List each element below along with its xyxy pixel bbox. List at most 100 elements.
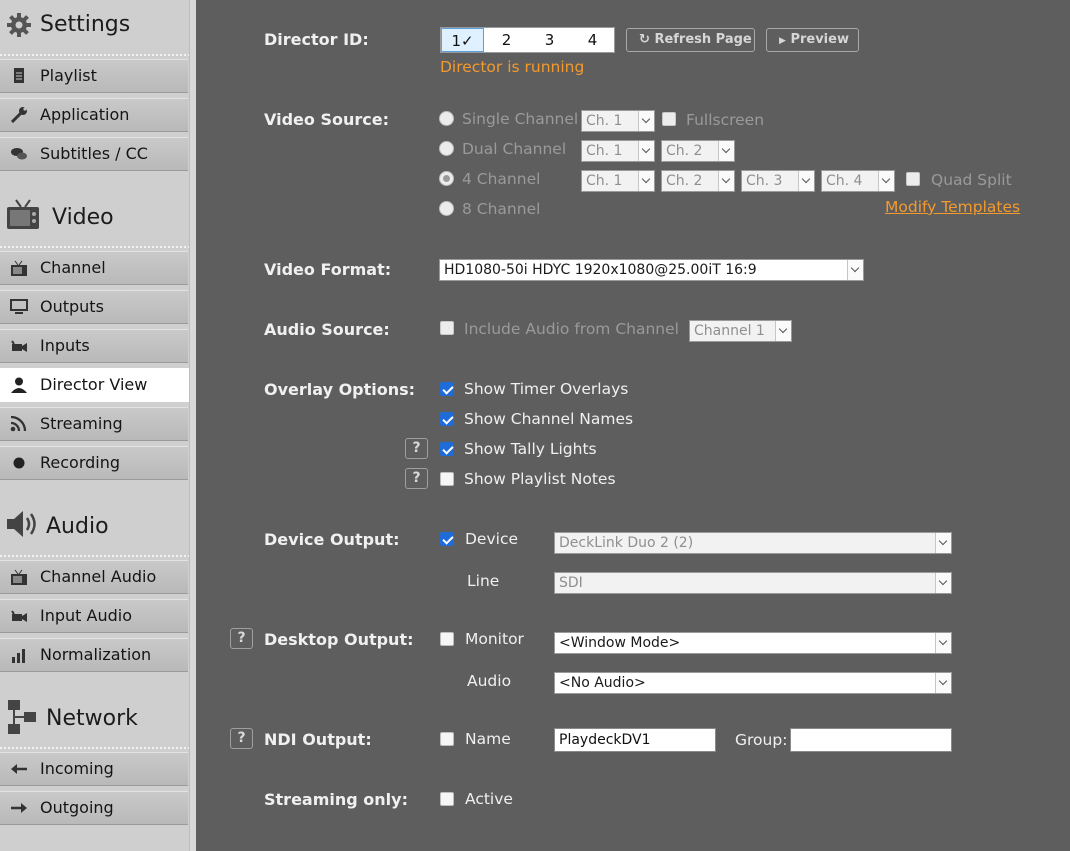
sidebar-item-application[interactable]: Application [0,98,188,132]
sidebar-item-label: Recording [40,453,121,472]
sidebar-item-label: Normalization [40,645,152,664]
audio-source-label: Audio Source: [264,320,390,339]
ndi-group-input[interactable] [790,728,952,752]
chevron-down-icon [935,533,951,553]
sidebar-item-label: Subtitles / CC [40,144,148,163]
director-id-2[interactable]: 2 [485,28,528,52]
select-value: Ch. 2 [666,143,703,159]
ndi-name-input[interactable]: PlaydeckDV1 [554,728,716,752]
preview-button[interactable]: ▶ Preview [766,28,859,52]
select-value: Ch. 1 [586,173,623,189]
refresh-page-button[interactable]: ↻ Refresh Page [626,28,755,52]
ndi-name-checkbox[interactable] [440,732,454,746]
fullscreen-checkbox[interactable] [662,112,676,126]
monitor-icon [10,299,28,314]
sidebar-item-incoming[interactable]: Incoming [0,752,188,786]
device-select[interactable]: DeckLink Duo 2 (2) [554,532,952,554]
line-select[interactable]: SDI [554,572,952,594]
chevron-down-icon [878,171,894,191]
section-network: Network [0,677,190,749]
refresh-page-label: Refresh Page [654,32,752,47]
quad-split-label: Quad Split [931,171,1012,189]
chevron-down-icon [935,573,951,593]
quad-channel-select-2[interactable]: Ch. 2 [661,170,735,192]
desktop-audio-select[interactable]: <No Audio> [554,672,952,694]
sidebar-item-streaming[interactable]: Streaming [0,407,188,441]
ndi-output-help-button[interactable]: ? [230,728,253,749]
sidebar-item-label: Application [40,105,130,124]
sidebar-item-channel[interactable]: Channel [0,251,188,285]
sidebar: Settings Playlist Application Subtitles … [0,0,196,851]
dual-channel-radio[interactable] [439,141,454,156]
director-id-selector: 1✓ 2 3 4 [440,27,615,53]
sidebar-item-inputs[interactable]: Inputs [0,329,188,363]
sidebar-item-subtitles[interactable]: Subtitles / CC [0,137,188,171]
overlay-options-label: Overlay Options: [264,380,416,399]
sidebar-item-playlist[interactable]: Playlist [0,59,188,93]
sidebar-item-channel-audio[interactable]: Channel Audio [0,560,188,594]
director-view-settings: Director ID: 1✓ 2 3 4 ↻ Refresh Page ▶ P… [196,0,1070,851]
desktop-output-help-button[interactable]: ? [230,628,253,649]
director-id-1[interactable]: 1✓ [441,28,484,52]
director-id-4[interactable]: 4 [571,28,614,52]
single-channel-radio[interactable] [439,111,454,126]
show-playlist-notes-checkbox[interactable] [440,472,454,486]
four-channel-radio[interactable] [439,171,454,186]
sidebar-item-label: Channel [40,258,106,277]
section-video: Video [0,176,190,248]
show-channel-names-label: Show Channel Names [464,410,634,428]
eight-channel-radio[interactable] [439,201,454,216]
audio-channel-select[interactable]: Channel 1 [689,320,792,342]
show-channel-names-checkbox[interactable] [440,412,454,426]
dual-channel-select-2[interactable]: Ch. 2 [661,140,735,162]
sidebar-item-label: Streaming [40,414,123,433]
quad-channel-select-3[interactable]: Ch. 3 [741,170,815,192]
device-output-label: Device Output: [264,530,400,549]
show-playlist-notes-label: Show Playlist Notes [464,470,616,488]
monitor-select[interactable]: <Window Mode> [554,632,952,654]
document-icon [14,68,24,83]
sidebar-item-outputs[interactable]: Outputs [0,290,188,324]
quad-split-checkbox[interactable] [906,172,920,186]
sidebar-item-label: Channel Audio [40,567,157,586]
select-value: HD1080-50i HDYC 1920x1080@25.00iT 16:9 [444,262,757,278]
ndi-output-label: NDI Output: [264,730,372,749]
section-audio: Audio [0,485,190,557]
sidebar-item-director-view[interactable]: Director View [0,368,190,402]
bar-chart-icon [12,649,25,663]
show-timer-overlays-label: Show Timer Overlays [464,380,629,398]
select-value: Ch. 2 [666,173,703,189]
fullscreen-label: Fullscreen [686,111,765,129]
chevron-down-icon [935,633,951,653]
quad-channel-select-4[interactable]: Ch. 4 [821,170,895,192]
eight-channel-label: 8 Channel [462,200,541,218]
sidebar-item-label: Outputs [40,297,104,316]
rss-icon [10,416,27,432]
show-tally-lights-checkbox[interactable] [440,442,454,456]
video-format-select[interactable]: HD1080-50i HDYC 1920x1080@25.00iT 16:9 [439,259,864,281]
single-channel-select[interactable]: Ch. 1 [581,110,655,132]
sidebar-item-recording[interactable]: Recording [0,446,188,480]
streaming-active-checkbox[interactable] [440,792,454,806]
select-value: <No Audio> [559,675,646,691]
modify-templates-link[interactable]: Modify Templates [885,198,1020,216]
section-title: Audio [46,514,109,539]
device-checkbox[interactable] [440,532,454,546]
arrow-left-icon [11,764,27,774]
monitor-checkbox[interactable] [440,632,454,646]
playlist-notes-help-button[interactable]: ? [405,468,428,489]
show-timer-overlays-checkbox[interactable] [440,382,454,396]
include-audio-checkbox[interactable] [440,321,454,335]
tally-lights-help-button[interactable]: ? [405,438,428,459]
director-id-3[interactable]: 3 [528,28,571,52]
show-tally-lights-label: Show Tally Lights [464,440,597,458]
video-source-label: Video Source: [264,110,389,129]
arrow-right-icon [11,803,27,813]
dual-channel-select-1[interactable]: Ch. 1 [581,140,655,162]
sidebar-item-outgoing[interactable]: Outgoing [0,791,188,825]
network-icon [8,700,36,734]
quad-channel-select-1[interactable]: Ch. 1 [581,170,655,192]
sidebar-item-normalization[interactable]: Normalization [0,638,188,672]
four-channel-label: 4 Channel [462,170,541,188]
sidebar-item-input-audio[interactable]: Input Audio [0,599,188,633]
